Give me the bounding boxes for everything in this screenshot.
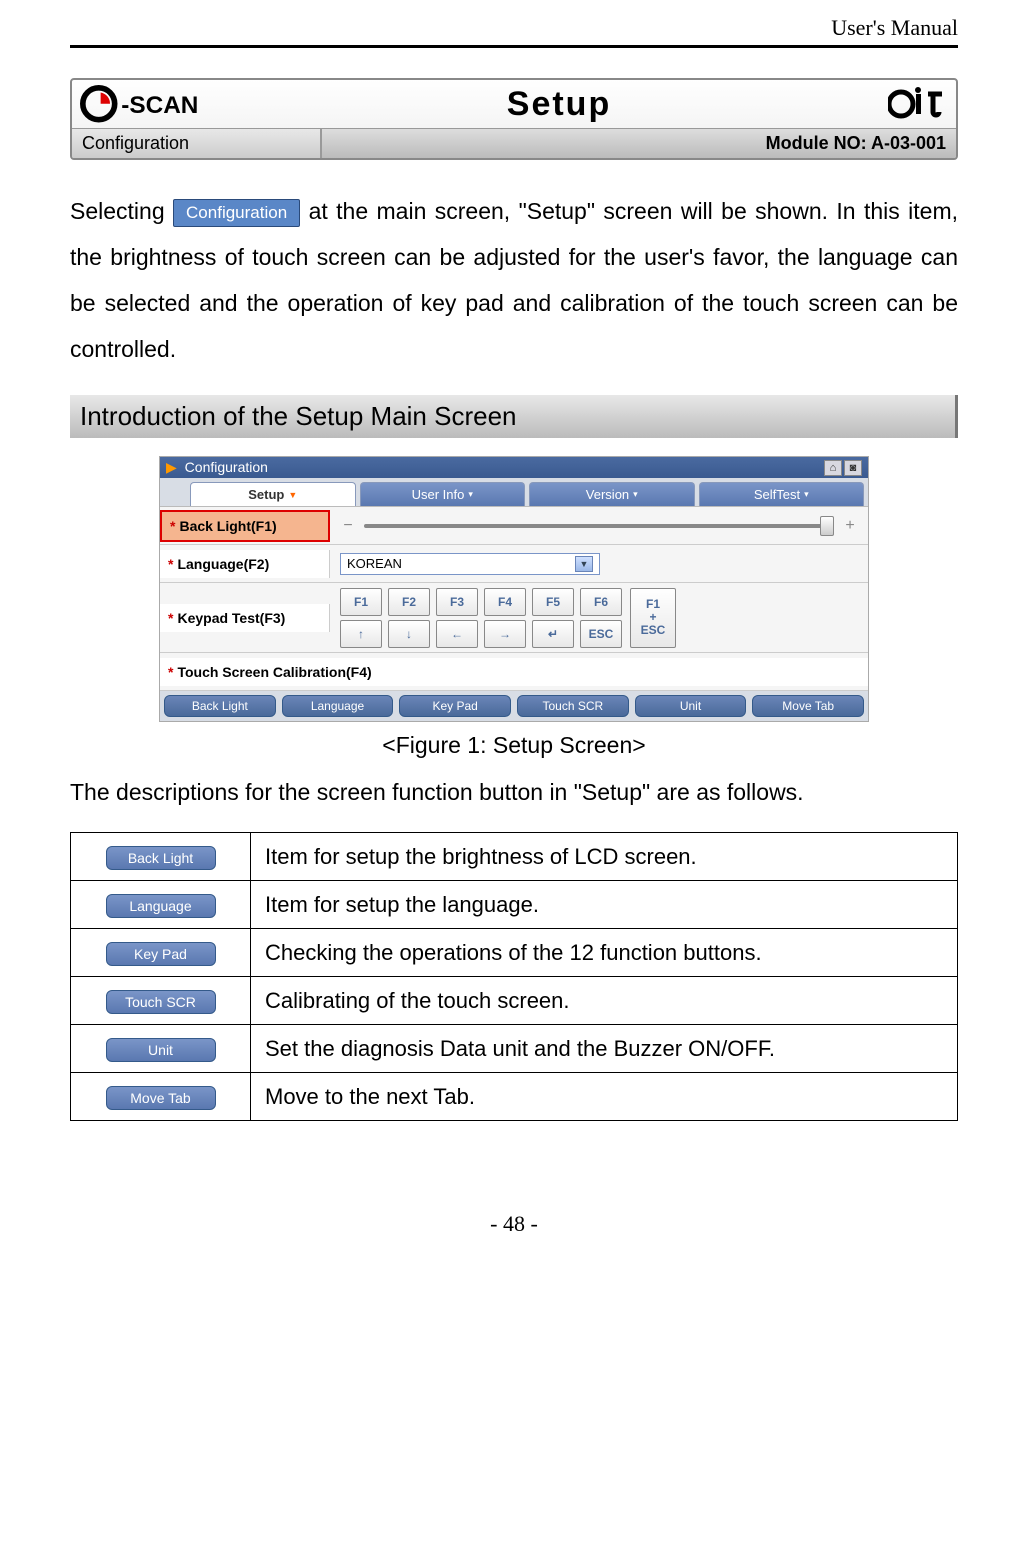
subheader-right: Module NO: A-03-001	[322, 129, 956, 158]
table-row: Key Pad Checking the operations of the 1…	[71, 929, 958, 977]
key-f6[interactable]: F6	[580, 588, 622, 616]
brightness-slider[interactable]	[364, 524, 834, 528]
desc-cell: Item for setup the language.	[251, 881, 958, 929]
pill-keypad: Key Pad	[106, 942, 216, 966]
configuration-badge: Configuration	[173, 199, 300, 227]
setup-screenshot: ▶ Configuration ⌂ ◙ Setup ▼ User Info ▾ …	[159, 456, 869, 722]
triangle-icon: ▶	[166, 459, 177, 475]
intro-lead: Selecting	[70, 198, 165, 224]
table-row: Language Item for setup the language.	[71, 881, 958, 929]
tab-user-info[interactable]: User Info ▾	[360, 482, 526, 506]
tab-label: User Info	[412, 487, 465, 502]
key-f1[interactable]: F1	[340, 588, 382, 616]
table-row: Unit Set the diagnosis Data unit and the…	[71, 1025, 958, 1073]
page-number: - 48 -	[70, 1211, 958, 1237]
titlebar-label: Configuration	[185, 459, 268, 475]
key-f3[interactable]: F3	[436, 588, 478, 616]
language-value: KOREAN	[347, 556, 402, 571]
key-f1-plus-esc[interactable]: F1 + ESC	[630, 588, 676, 648]
slider-thumb[interactable]	[820, 516, 834, 536]
screenshot-titlebar: ▶ Configuration ⌂ ◙	[160, 457, 868, 478]
key-esc[interactable]: ESC	[580, 620, 622, 648]
table-row: Back Light Item for setup the brightness…	[71, 833, 958, 881]
asterisk-icon: *	[168, 610, 173, 626]
pill-language: Language	[106, 894, 216, 918]
row-backlight: * Back Light(F1) − +	[160, 507, 868, 545]
asterisk-icon: *	[170, 518, 175, 534]
key-down[interactable]: ↓	[388, 620, 430, 648]
minus-icon[interactable]: −	[340, 517, 356, 535]
footer-unit-button[interactable]: Unit	[635, 695, 747, 717]
footer-touchscr-button[interactable]: Touch SCR	[517, 695, 629, 717]
key-f2[interactable]: F2	[388, 588, 430, 616]
chevron-down-icon[interactable]: ▼	[575, 556, 593, 572]
desc-cell: Calibrating of the touch screen.	[251, 977, 958, 1025]
pill-touchscr: Touch SCR	[106, 990, 216, 1014]
section-heading: Introduction of the Setup Main Screen	[70, 395, 958, 438]
footer-language-button[interactable]: Language	[282, 695, 394, 717]
tab-selftest[interactable]: SelfTest ▾	[699, 482, 865, 506]
key-right[interactable]: →	[484, 620, 526, 648]
desc-cell: Set the diagnosis Data unit and the Buzz…	[251, 1025, 958, 1073]
key-left[interactable]: ←	[436, 620, 478, 648]
desc-cell: Item for setup the brightness of LCD scr…	[251, 833, 958, 881]
tab-version[interactable]: Version ▾	[529, 482, 695, 506]
language-select[interactable]: KOREAN ▼	[340, 553, 600, 575]
asterisk-icon: *	[168, 556, 173, 572]
footer-movetab-button[interactable]: Move Tab	[752, 695, 864, 717]
followup-text: The descriptions for the screen function…	[70, 773, 958, 812]
figure-caption: <Figure 1: Setup Screen>	[70, 732, 958, 759]
document-header: User's Manual	[70, 15, 958, 48]
camera-icon[interactable]: ◙	[844, 460, 862, 476]
page-title: Setup	[507, 85, 611, 124]
key-enter[interactable]: ↵	[532, 620, 574, 648]
footer-backlight-button[interactable]: Back Light	[164, 695, 276, 717]
keypad-label[interactable]: * Keypad Test(F3)	[160, 604, 330, 632]
row-language: * Language(F2) KOREAN ▼	[160, 545, 868, 583]
row-calibration: * Touch Screen Calibration(F4)	[160, 653, 868, 691]
tab-setup[interactable]: Setup ▼	[190, 482, 356, 506]
chevron-down-icon: ▾	[468, 489, 473, 500]
asterisk-icon: *	[168, 664, 173, 680]
intro-paragraph: Selecting Configuration at the main scre…	[70, 188, 958, 372]
svg-text:-SCAN: -SCAN	[121, 92, 198, 119]
key-f5[interactable]: F5	[532, 588, 574, 616]
subheader-left: Configuration	[72, 129, 322, 158]
gscan-logo: -SCAN	[80, 85, 230, 123]
plus-icon[interactable]: +	[842, 517, 858, 535]
description-table: Back Light Item for setup the brightness…	[70, 832, 958, 1121]
language-label[interactable]: * Language(F2)	[160, 550, 330, 578]
chevron-down-icon: ▾	[633, 489, 638, 500]
title-block: -SCAN Setup Configuration Module NO: A-0…	[70, 78, 958, 160]
pill-movetab: Move Tab	[106, 1086, 216, 1110]
screenshot-tabs: Setup ▼ User Info ▾ Version ▾ SelfTest ▾	[160, 478, 868, 506]
pill-backlight: Back Light	[106, 846, 216, 870]
tab-label: Version	[586, 487, 629, 502]
desc-cell: Checking the operations of the 12 functi…	[251, 929, 958, 977]
home-icon[interactable]: ⌂	[824, 460, 842, 476]
chevron-down-icon: ▾	[804, 489, 809, 500]
tab-label: SelfTest	[754, 487, 800, 502]
calibration-label[interactable]: * Touch Screen Calibration(F4)	[160, 658, 868, 686]
key-up[interactable]: ↑	[340, 620, 382, 648]
tab-label: Setup	[248, 487, 284, 502]
row-keypad: * Keypad Test(F3) F1 F2 F3 F4 F5 F6	[160, 583, 868, 653]
backlight-label[interactable]: * Back Light(F1)	[160, 510, 330, 542]
key-f4[interactable]: F4	[484, 588, 526, 616]
chevron-down-icon: ▼	[288, 490, 297, 500]
screenshot-footer: Back Light Language Key Pad Touch SCR Un…	[160, 691, 868, 721]
git-logo	[888, 84, 948, 124]
desc-cell: Move to the next Tab.	[251, 1073, 958, 1121]
table-row: Touch SCR Calibrating of the touch scree…	[71, 977, 958, 1025]
pill-unit: Unit	[106, 1038, 216, 1062]
footer-keypad-button[interactable]: Key Pad	[399, 695, 511, 717]
table-row: Move Tab Move to the next Tab.	[71, 1073, 958, 1121]
